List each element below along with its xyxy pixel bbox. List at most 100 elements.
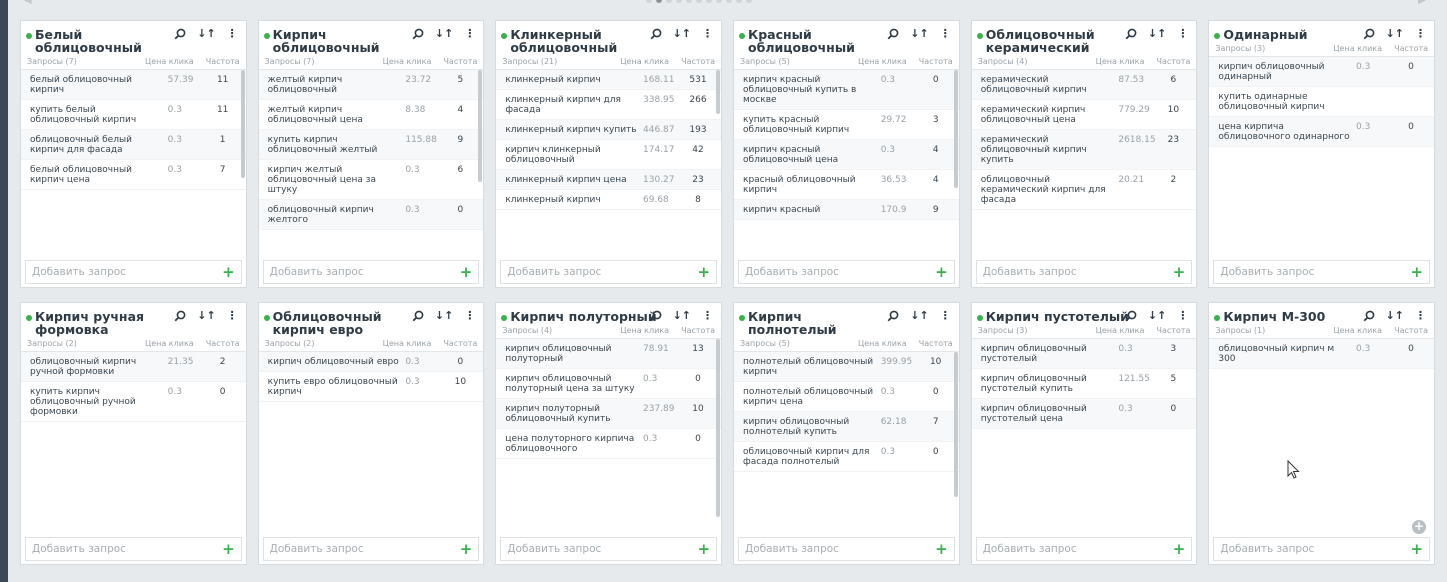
query-row[interactable]: клинкерный кирпич 69.68 8 <box>496 190 722 210</box>
query-list[interactable]: клинкерный кирпич 168.11 531 клинкерный кир… <box>496 70 722 260</box>
scrollbar[interactable] <box>953 352 958 497</box>
add-query-input[interactable] <box>507 543 698 555</box>
circle-plus-icon[interactable]: + <box>1412 520 1427 534</box>
scrollbar[interactable] <box>716 339 721 517</box>
query-row[interactable]: облицовочный кирпич ручной формовки 21.35… <box>21 352 246 382</box>
scrollbar[interactable] <box>478 70 483 182</box>
query-row[interactable]: кирпич клинкерный облицовочный 174.17 42 <box>496 140 722 170</box>
pager-dot[interactable] <box>716 0 722 3</box>
query-row[interactable]: купить кирпич облицовочный желтый 115.88 9 <box>258 130 484 160</box>
query-row[interactable]: клинкерный кирпич цена 130.27 23 <box>496 170 722 190</box>
more-vertical-icon[interactable]: ⋮ <box>227 309 238 323</box>
query-row[interactable]: кирпич красный 170.9 9 <box>734 200 959 220</box>
add-query-input[interactable] <box>982 543 1173 555</box>
plus-icon[interactable]: + <box>697 542 710 557</box>
plus-icon[interactable]: + <box>222 542 235 557</box>
search-icon[interactable] <box>887 28 899 40</box>
query-row[interactable]: облицовочный керамический кирпич для фас… <box>971 170 1197 210</box>
scrollbar[interactable] <box>953 70 958 188</box>
plus-icon[interactable]: + <box>935 265 948 280</box>
card-title[interactable]: Кирпич М-300 <box>1223 310 1325 323</box>
search-icon[interactable] <box>1125 28 1137 40</box>
query-row[interactable]: кирпич облицовочный полуторный цена за ш… <box>496 369 722 399</box>
query-row[interactable]: облицовочный белый кирпич для фасада 0.3 1 <box>21 130 246 160</box>
more-vertical-icon[interactable]: ⋮ <box>464 309 475 323</box>
query-list[interactable]: белый облицовочный кирпич 57.39 11 купить б… <box>21 70 246 260</box>
scrollbar[interactable] <box>240 70 245 178</box>
query-row[interactable]: кирпич облицовочный пустотелый 0.3 3 <box>971 339 1197 369</box>
query-row[interactable]: кирпич облицовочный пустотелый купить 121… <box>971 369 1197 399</box>
more-vertical-icon[interactable]: ⋮ <box>227 27 238 41</box>
card-title[interactable]: Кирпич полуторный <box>510 310 656 323</box>
plus-icon[interactable]: + <box>1410 265 1423 280</box>
query-row[interactable]: клинкерный кирпич купить 446.87 193 <box>496 120 722 140</box>
sort-icon[interactable]: ↓↑ <box>1386 27 1404 41</box>
search-icon[interactable] <box>1125 310 1137 322</box>
add-query-input[interactable] <box>32 266 223 278</box>
more-vertical-icon[interactable]: ⋮ <box>1177 309 1188 323</box>
sort-icon[interactable]: ↓↑ <box>197 27 215 41</box>
pager-dot[interactable] <box>646 0 652 3</box>
query-list[interactable]: керамический облицовочный кирпич 87.53 6 ке… <box>971 70 1197 260</box>
query-row[interactable]: керамический облицовочный кирпич 87.53 6 <box>971 70 1197 100</box>
query-row[interactable]: красный облицовочный кирпич 36.53 4 <box>734 170 959 200</box>
sort-icon[interactable]: ↓↑ <box>673 309 691 323</box>
add-query-input[interactable] <box>982 266 1173 278</box>
card-title[interactable]: Кирпич ручная формовка <box>35 310 182 336</box>
search-icon[interactable] <box>650 310 662 322</box>
query-row[interactable]: клинкерный кирпич 168.11 531 <box>496 70 722 90</box>
query-row[interactable]: купить евро облицовочный кирпич 0.3 10 <box>258 372 484 402</box>
query-row[interactable]: купить кирпич облицовочный ручной формов… <box>21 382 246 422</box>
sort-icon[interactable]: ↓↑ <box>1148 309 1166 323</box>
sort-icon[interactable]: ↓↑ <box>1386 309 1404 323</box>
query-row[interactable]: купить белый облицовочный кирпич 0.3 11 <box>21 100 246 130</box>
query-row[interactable]: желтый кирпич облицовочный 23.72 5 <box>258 70 484 100</box>
query-row[interactable]: кирпич красный облицовочный купить в мос… <box>734 70 959 110</box>
plus-icon[interactable]: + <box>935 542 948 557</box>
plus-icon[interactable]: + <box>222 265 235 280</box>
card-title[interactable]: Облицовочный керамический <box>986 28 1133 54</box>
add-query-input[interactable] <box>269 543 460 555</box>
more-vertical-icon[interactable]: ⋮ <box>940 27 951 41</box>
search-icon[interactable] <box>887 310 899 322</box>
sort-icon[interactable]: ↓↑ <box>435 309 453 323</box>
add-query-input[interactable] <box>507 266 698 278</box>
sort-icon[interactable]: ↓↑ <box>910 27 928 41</box>
query-row[interactable]: облицовочный кирпич для фасада полнотелы… <box>734 442 959 472</box>
scrollbar[interactable] <box>716 70 721 114</box>
more-vertical-icon[interactable]: ⋮ <box>464 27 475 41</box>
query-list[interactable]: полнотелый облицовочный кирпич 399.95 10 по… <box>734 352 959 537</box>
sort-icon[interactable]: ↓↑ <box>673 27 691 41</box>
query-row[interactable]: облицовочный кирпич желтого 0.3 0 <box>258 200 484 230</box>
card-title[interactable]: Кирпич полнотелый <box>748 310 895 336</box>
plus-icon[interactable]: + <box>1173 265 1186 280</box>
sort-icon[interactable]: ↓↑ <box>197 309 215 323</box>
more-vertical-icon[interactable]: ⋮ <box>1177 27 1188 41</box>
query-row[interactable]: кирпич облицовочный евро 0.3 0 <box>258 352 484 372</box>
search-icon[interactable] <box>174 310 186 322</box>
plus-icon[interactable]: + <box>697 265 710 280</box>
scroll-right-arrow-icon[interactable]: ▶ <box>1418 0 1426 6</box>
plus-icon[interactable]: + <box>1410 542 1423 557</box>
query-row[interactable]: полнотелый облицовочный кирпич цена 0.3 0 <box>734 382 959 412</box>
query-row[interactable]: белый облицовочный кирпич 57.39 11 <box>21 70 246 100</box>
card-title[interactable]: Облицовочный кирпич евро <box>273 310 420 336</box>
sort-icon[interactable]: ↓↑ <box>910 309 928 323</box>
query-row[interactable]: облицовочный кирпич м 300 0.3 0 <box>1209 339 1435 369</box>
card-title[interactable]: Клинкерный облицовочный <box>510 28 657 54</box>
add-query-input[interactable] <box>745 266 936 278</box>
query-row[interactable]: купить красный облицовочный кирпич 29.72 3 <box>734 110 959 140</box>
query-row[interactable]: цена кирпича облицовочного одинарного 0.3… <box>1209 117 1435 147</box>
query-row[interactable]: кирпич красный облицовочный цена 0.3 4 <box>734 140 959 170</box>
more-vertical-icon[interactable]: ⋮ <box>940 309 951 323</box>
card-title[interactable]: Красный облицовочный <box>748 28 895 54</box>
plus-icon[interactable]: + <box>460 542 473 557</box>
pager-dot[interactable] <box>676 0 682 3</box>
search-icon[interactable] <box>412 310 424 322</box>
card-title[interactable]: Кирпич облицовочный <box>273 28 420 54</box>
pager-dot[interactable] <box>746 0 752 3</box>
query-row[interactable]: цена полуторного кирпича облицовочного 0.… <box>496 429 722 459</box>
query-row[interactable]: полнотелый облицовочный кирпич 399.95 10 <box>734 352 959 382</box>
query-row[interactable]: керамический кирпич облицовочный цена 779… <box>971 100 1197 130</box>
add-query-input[interactable] <box>745 543 936 555</box>
